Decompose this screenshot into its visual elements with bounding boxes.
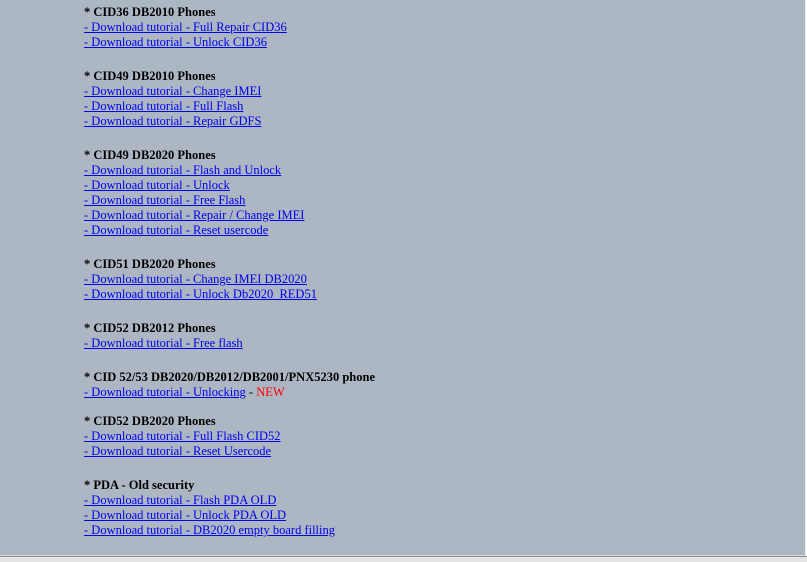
- link-repair-change-imei[interactable]: - Download tutorial - Repair / Change IM…: [84, 208, 304, 222]
- link-unlock-pda-old[interactable]: - Download tutorial - Unlock PDA OLD: [84, 508, 286, 522]
- tutorial-list: * CID36 DB2010 Phones - Download tutoria…: [84, 5, 784, 557]
- link-reset-usercode[interactable]: - Download tutorial - Reset usercode: [84, 223, 268, 237]
- link-unlocking[interactable]: - Download tutorial - Unlocking: [84, 385, 246, 399]
- section-cid49-db2010: * CID49 DB2010 Phones - Download tutoria…: [84, 69, 784, 129]
- section-cid36-db2010: * CID36 DB2010 Phones - Download tutoria…: [84, 5, 784, 50]
- section-cid49-db2020: * CID49 DB2020 Phones - Download tutoria…: [84, 148, 784, 238]
- section-cid52-db2012: * CID52 DB2012 Phones - Download tutoria…: [84, 321, 784, 351]
- window-bottom-edge: [0, 556, 807, 562]
- section-heading: * CID51 DB2020 Phones: [84, 257, 216, 271]
- link-full-repair-cid36[interactable]: - Download tutorial - Full Repair CID36: [84, 20, 287, 34]
- link-free-flash-db2012[interactable]: - Download tutorial - Free flash: [84, 336, 243, 350]
- link-change-imei[interactable]: - Download tutorial - Change IMEI: [84, 84, 261, 98]
- link-db2020-empty-board-filling[interactable]: - Download tutorial - DB2020 empty board…: [84, 523, 335, 537]
- link-free-flash[interactable]: - Download tutorial - Free Flash: [84, 193, 245, 207]
- section-cid52-db2020: * CID52 DB2020 Phones - Download tutoria…: [84, 414, 784, 459]
- link-change-imei-db2020[interactable]: - Download tutorial - Change IMEI DB2020: [84, 272, 307, 286]
- link-unlock-db2020-red51[interactable]: - Download tutorial - Unlock Db2020_RED5…: [84, 287, 317, 301]
- section-heading: * PDA - Old security: [84, 478, 195, 492]
- section-cid52-53-pnx5230: * CID 52/53 DB2020/DB2012/DB2001/PNX5230…: [84, 370, 784, 400]
- section-heading: * CID49 DB2020 Phones: [84, 148, 216, 162]
- link-unlock[interactable]: - Download tutorial - Unlock: [84, 178, 230, 192]
- link-flash-pda-old[interactable]: - Download tutorial - Flash PDA OLD: [84, 493, 276, 507]
- page-frame: * CID36 DB2010 Phones - Download tutoria…: [0, 0, 806, 556]
- link-full-flash[interactable]: - Download tutorial - Full Flash: [84, 99, 243, 113]
- link-reset-usercode-cid52[interactable]: - Download tutorial - Reset Usercode: [84, 444, 271, 458]
- link-repair-gdfs[interactable]: - Download tutorial - Repair GDFS: [84, 114, 261, 128]
- section-heading: * CID36 DB2010 Phones: [84, 5, 216, 19]
- link-unlock-cid36[interactable]: - Download tutorial - Unlock CID36: [84, 35, 267, 49]
- section-heading: * CID49 DB2010 Phones: [84, 69, 216, 83]
- new-badge: NEW: [256, 385, 285, 399]
- section-heading: * CID52 DB2020 Phones: [84, 414, 216, 428]
- section-pda-old-security: * PDA - Old security - Download tutorial…: [84, 478, 784, 538]
- section-heading: * CID 52/53 DB2020/DB2012/DB2001/PNX5230…: [84, 370, 375, 384]
- separator: -: [245, 385, 257, 399]
- link-flash-and-unlock[interactable]: - Download tutorial - Flash and Unlock: [84, 163, 281, 177]
- section-heading: * CID52 DB2012 Phones: [84, 321, 216, 335]
- link-full-flash-cid52[interactable]: - Download tutorial - Full Flash CID52: [84, 429, 281, 443]
- section-cid51-db2020: * CID51 DB2020 Phones - Download tutoria…: [84, 257, 784, 302]
